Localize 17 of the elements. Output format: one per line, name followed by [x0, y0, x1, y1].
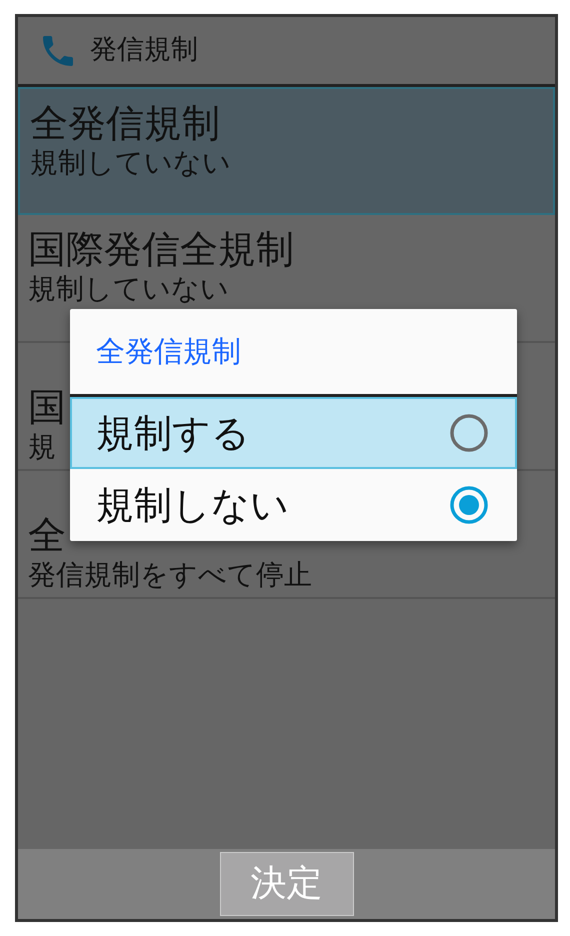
screen-title: 発信規制	[90, 33, 198, 68]
item-subtitle: 規	[28, 431, 56, 463]
option-row[interactable]: 規制しない	[70, 469, 517, 541]
item-title: 国	[28, 385, 66, 429]
item-title: 全発信規制	[30, 101, 220, 145]
item-subtitle: 規制していない	[28, 273, 229, 305]
list-item[interactable]: 全発信規制 規制していない	[18, 87, 555, 215]
confirm-button[interactable]: 決定	[220, 852, 354, 916]
item-subtitle: 発信規制をすべて停止	[28, 559, 312, 591]
item-title: 全	[28, 513, 66, 557]
radio-button[interactable]	[449, 413, 489, 453]
item-title: 国際発信全規制	[28, 227, 294, 271]
option-label: 規制する	[96, 410, 250, 456]
option-row[interactable]: 規制する	[70, 397, 517, 469]
radio-button[interactable]	[449, 485, 489, 525]
item-subtitle: 規制していない	[30, 147, 231, 179]
option-label: 規制しない	[96, 482, 289, 528]
